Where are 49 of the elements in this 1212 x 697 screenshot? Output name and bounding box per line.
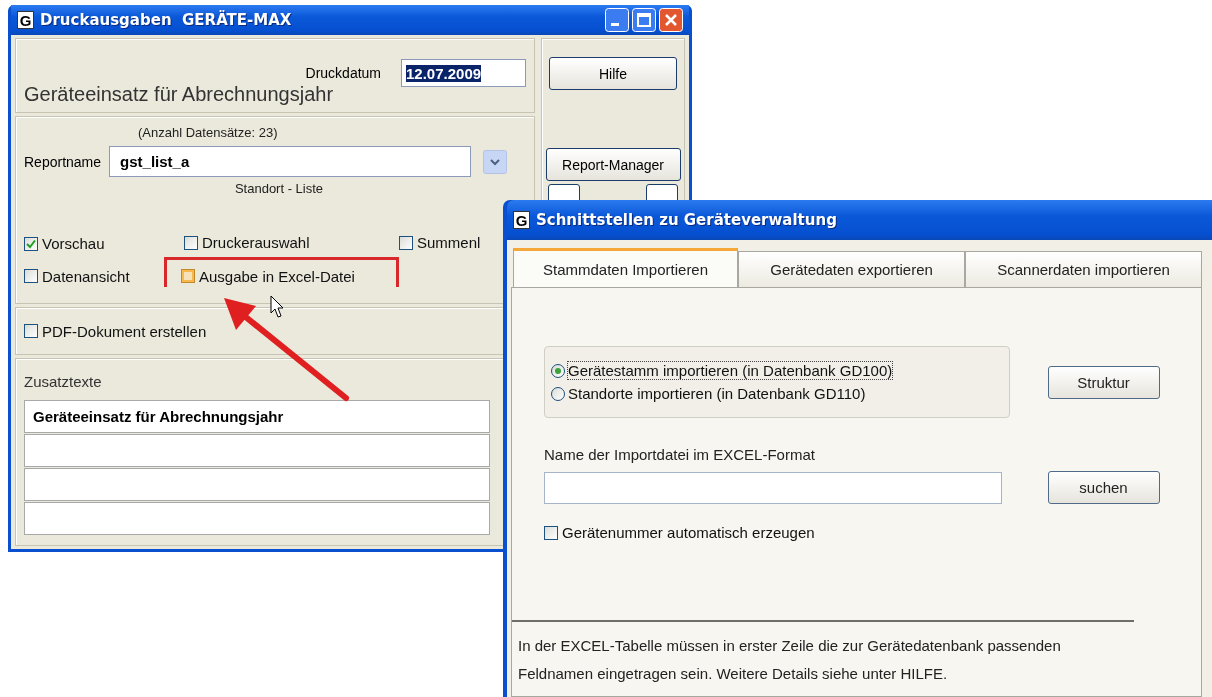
checkbox[interactable] — [24, 236, 38, 251]
checkbox[interactable] — [184, 235, 198, 250]
report-manager-button[interactable]: Report-Manager — [545, 148, 681, 181]
dropdown-button[interactable] — [483, 149, 508, 174]
help-button[interactable]: Hilfe — [549, 57, 677, 90]
checkbox-label: Vorschau — [42, 235, 105, 252]
checkbox-label: Ausgabe in Excel-Datei — [199, 267, 355, 285]
checkbox[interactable] — [544, 525, 558, 540]
text-field[interactable]: Geräteeinsatz für Abrechnungsjahr — [24, 400, 490, 433]
structure-button[interactable]: Struktur — [1047, 365, 1160, 399]
section-label: Zusatztexte — [24, 373, 103, 390]
checkbox-label: Gerätenummer automatisch erzeugen — [562, 524, 815, 541]
radio-button[interactable] — [551, 386, 565, 401]
window-title: Druckausgaben GERÄTE-MAX — [40, 11, 292, 29]
checkbox-label: PDF-Dokument erstellen — [42, 322, 207, 340]
radio-button[interactable] — [551, 363, 565, 378]
checkbox[interactable] — [399, 235, 413, 250]
tab[interactable]: Scannerdaten importieren — [965, 251, 1202, 287]
report-label: Reportname — [24, 153, 102, 170]
checkbox[interactable] — [24, 269, 38, 283]
info-text: In der EXCEL-Tabelle müssen in erster Zeile die zur Gerätedatenbank passenden Feldnamen eingetragen sein. Weitere Details siehe unter HILFE. — [512, 620, 1134, 696]
checkbox[interactable] — [24, 324, 38, 338]
app-logo: G — [17, 11, 34, 29]
radio-label: Gerätestamm importieren (in Datenbank GD100) — [568, 362, 893, 379]
text-field[interactable] — [24, 468, 490, 501]
tab[interactable]: Gerätedaten exportieren — [738, 251, 966, 287]
checkbox[interactable] — [181, 269, 195, 283]
cursor-icon — [270, 295, 284, 319]
checkbox-label: Datenansicht — [42, 267, 130, 285]
radio-label: Standorte importieren (in Datenbank GD110) — [568, 385, 866, 402]
window-title: Schnittstellen zu Geräteverwaltung — [536, 211, 837, 229]
maximize-icon[interactable] — [632, 8, 656, 32]
minimize-icon[interactable] — [605, 8, 629, 32]
search-button[interactable]: suchen — [1047, 471, 1160, 504]
file-name-field[interactable] — [544, 471, 1002, 504]
checkbox-label: Summenl — [417, 234, 481, 251]
report-description: Standort - Liste — [233, 181, 325, 196]
date-field[interactable]: 12.07.2009 — [401, 59, 526, 87]
field-label: Name der Importdatei im EXCEL-Format — [544, 446, 816, 463]
report-heading: Geräteeinsatz für Abrechnungsjahr — [24, 83, 335, 106]
text-field[interactable] — [24, 434, 490, 467]
record-count: (Anzahl Datensätze: 23) — [137, 125, 279, 140]
text-field[interactable] — [24, 502, 490, 535]
checkbox-label: Druckerauswahl — [202, 234, 310, 251]
app-logo: G — [513, 211, 530, 229]
report-combobox[interactable]: gst_list_a — [109, 146, 472, 177]
tab[interactable]: Stammdaten Importieren — [513, 248, 739, 287]
close-icon[interactable] — [659, 8, 683, 32]
date-label: Druckdatum — [305, 65, 381, 81]
